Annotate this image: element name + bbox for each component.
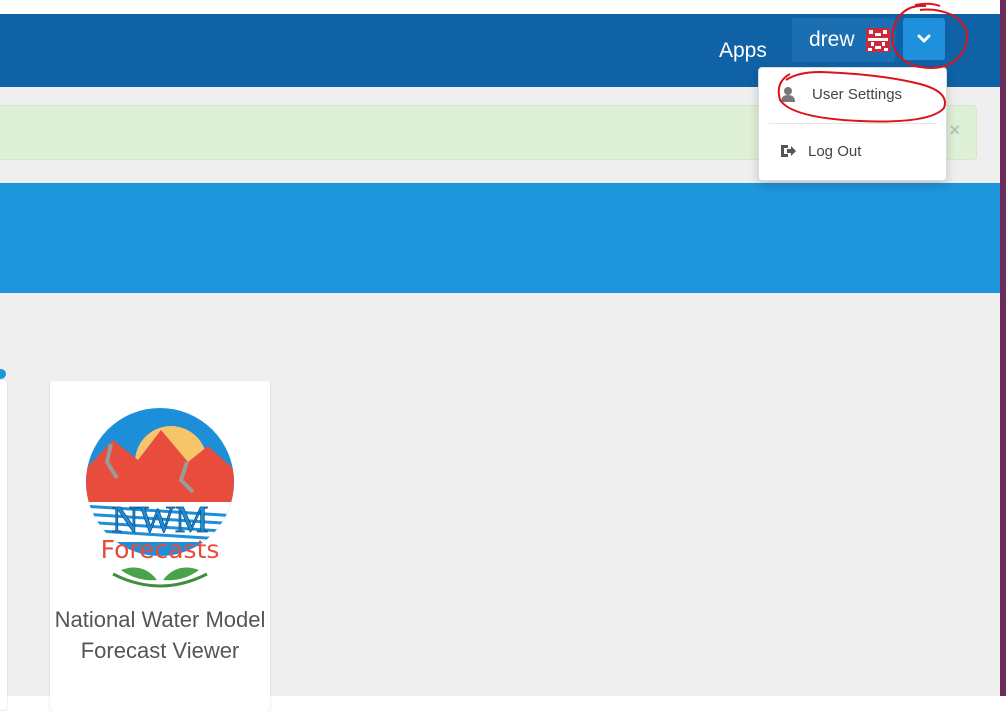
user-menu-button[interactable]: drew [792, 18, 895, 62]
user-menu-toggle[interactable] [903, 18, 945, 60]
menu-item-label: User Settings [812, 86, 903, 103]
app-card-nwm[interactable]: NWM Forecasts National Water Model Forec… [50, 381, 270, 711]
window-edge [1000, 0, 1006, 696]
avatar [866, 28, 890, 52]
close-icon[interactable]: × [949, 120, 960, 141]
menu-item-user-settings[interactable]: User Settings [759, 74, 946, 114]
window-top-strip [0, 0, 1006, 14]
menu-item-log-out[interactable]: Log Out [759, 131, 946, 171]
nwm-logo: NWM Forecasts [83, 402, 237, 590]
menu-divider [769, 123, 936, 124]
page-banner [0, 183, 1000, 293]
app-title: National Water Model Forecast Viewer [54, 607, 266, 663]
sign-out-icon [780, 143, 796, 164]
user-icon [781, 86, 795, 107]
logo-text-forecasts: Forecasts [101, 535, 220, 564]
username-label: drew [809, 28, 855, 51]
user-dropdown-menu: User Settings Log Out [758, 67, 947, 181]
menu-item-label: Log Out [808, 143, 862, 160]
app-card-badge [0, 369, 6, 379]
apps-link[interactable]: Apps [719, 39, 767, 63]
app-card-partial[interactable] [0, 380, 7, 710]
